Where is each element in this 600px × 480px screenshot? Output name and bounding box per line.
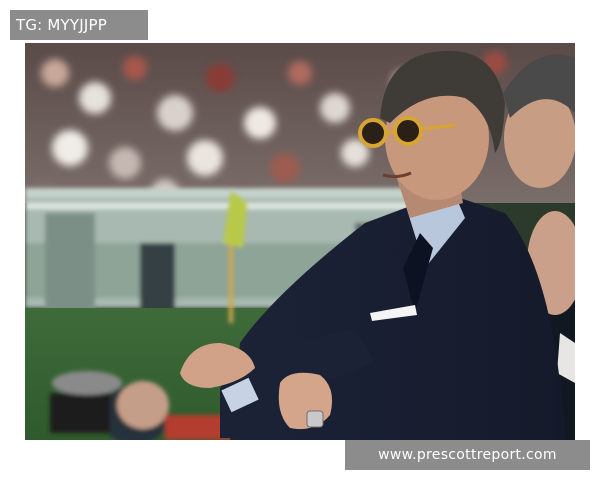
- watermark-label: TG: MYYJJPP: [10, 10, 148, 40]
- source-url-label: www.prescottreport.com: [345, 440, 590, 470]
- photo: [25, 43, 575, 440]
